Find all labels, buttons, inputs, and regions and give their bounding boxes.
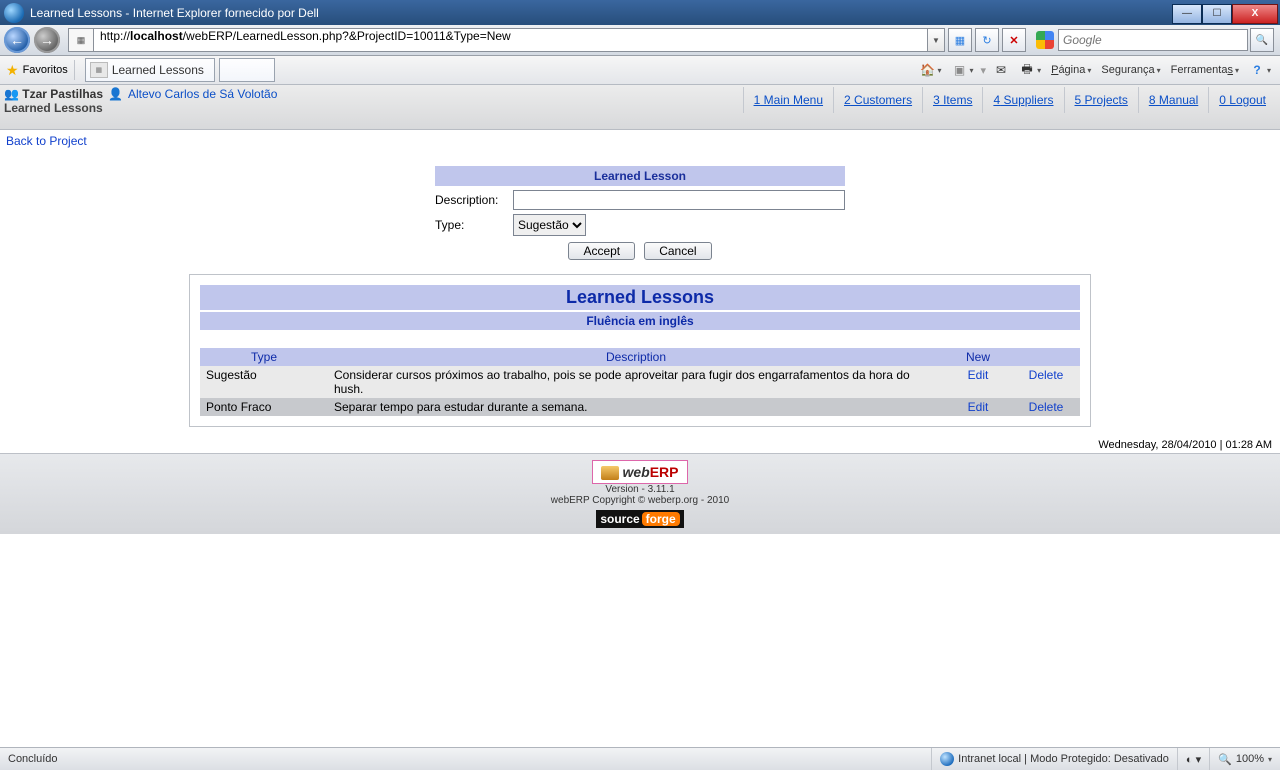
menu-main-menu[interactable]: 1 Main Menu — [743, 87, 833, 113]
refresh-button[interactable]: ↻ — [975, 28, 999, 52]
protected-mode-toggle[interactable]: ◐ ▾ — [1177, 748, 1209, 770]
google-icon — [1036, 31, 1054, 49]
th-blank — [1012, 348, 1080, 366]
th-type: Type — [200, 348, 328, 366]
copyright-text: webERP Copyright © weberp.org - 2010 — [551, 495, 729, 506]
zoom-control[interactable]: 🔍 100% ▾ — [1209, 748, 1280, 770]
favorites-star-icon[interactable]: ★ — [6, 62, 19, 79]
menu-projects[interactable]: 5 Projects — [1064, 87, 1138, 113]
ie-icon — [4, 3, 24, 23]
lessons-table: Type Description New SugestãoConsiderar … — [200, 348, 1080, 416]
home-button[interactable]: 🏠▾ — [917, 60, 945, 80]
search-input[interactable] — [1058, 29, 1248, 51]
rss-icon: ▣ — [952, 62, 968, 78]
menu-items[interactable]: 3 Items — [922, 87, 982, 113]
new-tab-button[interactable] — [219, 58, 275, 82]
th-description: Description — [328, 348, 944, 366]
close-button[interactable]: X — [1232, 4, 1278, 24]
feeds-button[interactable]: ▣▾ — [949, 60, 977, 80]
site-icon[interactable]: ▦ — [68, 28, 94, 52]
edit-link[interactable]: Edit — [968, 368, 989, 382]
version-text: Version - 3.11.1 — [605, 484, 674, 495]
favorites-bar: ★ Favoritos ▦ Learned Lessons 🏠▾ ▣▾ ▾ ✉ … — [0, 56, 1280, 85]
panel-subtitle: Fluência em inglês — [200, 312, 1080, 330]
minimize-button[interactable]: — — [1172, 4, 1202, 24]
mail-icon: ✉ — [993, 62, 1009, 78]
app-header: 👥 Tzar Pastilhas 👤 Altevo Carlos de Sá V… — [0, 85, 1280, 130]
url-path: /webERP/LearnedLesson.php?&ProjectID=100… — [183, 29, 511, 43]
menu-manual[interactable]: 8 Manual — [1138, 87, 1208, 113]
new-link[interactable]: New — [966, 350, 990, 364]
print-button[interactable]: 🖶▾ — [1016, 60, 1044, 80]
table-row: SugestãoConsiderar cursos próximos ao tr… — [200, 366, 1080, 398]
weberp-logo[interactable]: webERP — [592, 460, 687, 484]
status-zone: Intranet local | Modo Protegido: Desativ… — [931, 748, 1177, 770]
tools-menu[interactable]: Ferramentas▾ — [1168, 62, 1242, 78]
browser-tab-active[interactable]: ▦ Learned Lessons — [85, 58, 215, 82]
tab-label: Learned Lessons — [112, 63, 204, 77]
window-titlebar: Learned Lessons - Internet Explorer forn… — [0, 0, 1280, 25]
app-footer: webERP Version - 3.11.1 webERP Copyright… — [0, 453, 1280, 534]
compat-view-button[interactable]: ▦ — [948, 28, 972, 52]
company-icon: 👥 — [4, 87, 19, 101]
menu-logout[interactable]: 0 Logout — [1208, 87, 1276, 113]
menu-suppliers[interactable]: 4 Suppliers — [982, 87, 1063, 113]
favorites-label[interactable]: Favoritos — [23, 64, 68, 76]
search-go-button[interactable]: 🔍 — [1250, 28, 1274, 52]
table-row: Ponto FracoSeparar tempo para estudar du… — [200, 398, 1080, 416]
url-prefix: http:// — [100, 29, 130, 43]
cell-type: Sugestão — [200, 366, 328, 398]
command-strip: 🏠▾ ▣▾ ▾ ✉ 🖶▾ Página▾ Segurança▾ Ferramen… — [917, 60, 1280, 80]
menu-customers[interactable]: 2 Customers — [833, 87, 922, 113]
sourceforge-logo[interactable]: sourceforge — [596, 510, 683, 528]
user-icon: 👤 — [106, 87, 125, 101]
status-done: Concluído — [0, 748, 931, 770]
forward-button[interactable]: → — [34, 27, 60, 53]
address-dropdown[interactable]: ▼ — [928, 28, 945, 52]
home-icon: 🏠 — [920, 62, 936, 78]
help-icon: ? — [1249, 62, 1265, 78]
back-to-project-link[interactable]: Back to Project — [6, 134, 87, 148]
lesson-form: Learned Lesson Description: Type: Sugest… — [435, 166, 845, 260]
accept-button[interactable]: Accept — [568, 242, 635, 260]
description-label: Description: — [435, 193, 513, 207]
company-name: Tzar Pastilhas — [22, 87, 103, 101]
zone-icon — [940, 752, 954, 766]
tab-favicon: ▦ — [90, 62, 108, 78]
status-bar: Concluído Intranet local | Modo Protegid… — [0, 747, 1280, 770]
url-host: localhost — [130, 29, 183, 43]
print-icon: 🖶 — [1019, 62, 1035, 78]
search-box: 🔍 — [1032, 28, 1274, 52]
stop-button[interactable]: ✕ — [1002, 28, 1026, 52]
main-menu: 1 Main Menu2 Customers3 Items4 Suppliers… — [743, 87, 1276, 113]
cancel-button[interactable]: Cancel — [644, 242, 711, 260]
back-button[interactable]: ← — [4, 27, 30, 53]
window-title: Learned Lessons - Internet Explorer forn… — [28, 6, 1172, 20]
browser-navbar: ← → ▦ http://localhost/webERP/LearnedLes… — [0, 25, 1280, 56]
delete-link[interactable]: Delete — [1029, 400, 1064, 414]
cell-description: Separar tempo para estudar durante a sem… — [328, 398, 944, 416]
edit-link[interactable]: Edit — [968, 400, 989, 414]
lessons-panel: Learned Lessons Fluência em inglês Type … — [189, 274, 1091, 427]
read-mail-button[interactable]: ✉ — [990, 60, 1012, 80]
cell-description: Considerar cursos próximos ao trabalho, … — [328, 366, 944, 398]
type-select[interactable]: Sugestão — [513, 214, 586, 236]
form-title: Learned Lesson — [435, 166, 845, 186]
description-input[interactable] — [513, 190, 845, 210]
cell-type: Ponto Fraco — [200, 398, 328, 416]
delete-link[interactable]: Delete — [1029, 368, 1064, 382]
zoom-icon: 🔍 — [1218, 753, 1232, 766]
help-button[interactable]: ?▾ — [1246, 60, 1274, 80]
address-bar[interactable]: http://localhost/webERP/LearnedLesson.ph… — [94, 28, 928, 52]
timestamp: Wednesday, 28/04/2010 | 01:28 AM — [0, 431, 1280, 451]
safety-menu[interactable]: Segurança▾ — [1098, 62, 1163, 78]
panel-title: Learned Lessons — [200, 285, 1080, 310]
page-title: Learned Lessons — [4, 101, 277, 115]
maximize-button[interactable]: ☐ — [1202, 4, 1232, 24]
type-label: Type: — [435, 218, 513, 232]
page-menu[interactable]: Página▾ — [1048, 62, 1094, 78]
user-link[interactable]: Altevo Carlos de Sá Volotão — [128, 87, 277, 101]
